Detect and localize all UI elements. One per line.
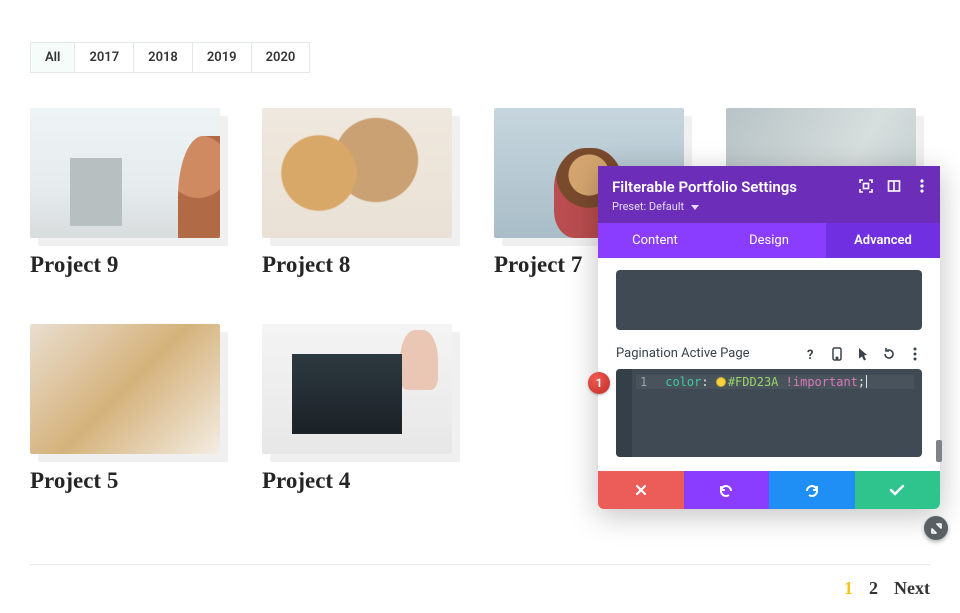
- css-editor-upper[interactable]: [616, 270, 922, 330]
- portfolio-title: Project 8: [262, 252, 472, 278]
- filter-all[interactable]: All: [31, 43, 75, 72]
- reset-icon[interactable]: [882, 347, 896, 361]
- portfolio-card[interactable]: Project 8: [262, 108, 472, 278]
- close-button[interactable]: [598, 471, 684, 509]
- annotation-badge: 1: [588, 372, 610, 394]
- portfolio-thumbnail: [262, 324, 452, 454]
- code-line: 1 color: #FDD23A !important;: [636, 375, 914, 389]
- line-number: 1: [640, 375, 652, 389]
- portfolio-card[interactable]: Project 9: [30, 108, 240, 278]
- drag-handle-icon[interactable]: [924, 516, 948, 540]
- pagination: 1 2 Next: [30, 564, 930, 599]
- help-icon[interactable]: ?: [804, 347, 818, 361]
- portfolio-card[interactable]: Project 4: [262, 324, 472, 494]
- svg-text:?: ?: [807, 348, 813, 361]
- tab-content[interactable]: Content: [598, 223, 712, 258]
- expand-icon[interactable]: [858, 178, 874, 194]
- filter-2019[interactable]: 2019: [193, 43, 252, 72]
- more-vertical-icon[interactable]: [908, 347, 922, 361]
- tab-advanced[interactable]: Advanced: [826, 223, 940, 258]
- tab-design[interactable]: Design: [712, 223, 826, 258]
- panel-actions: [598, 471, 940, 509]
- panel-body: Pagination Active Page ?: [598, 258, 940, 471]
- text-caret: [866, 375, 867, 388]
- filter-2017[interactable]: 2017: [75, 43, 134, 72]
- panel-resize-handle[interactable]: [936, 440, 942, 462]
- undo-button[interactable]: [684, 471, 770, 509]
- panel-tabs: Content Design Advanced: [598, 223, 940, 258]
- save-button[interactable]: [855, 471, 941, 509]
- columns-icon[interactable]: [886, 178, 902, 194]
- filter-bar: All 2017 2018 2019 2020: [30, 42, 310, 73]
- portfolio-title: Project 5: [30, 468, 240, 494]
- filter-2020[interactable]: 2020: [252, 43, 310, 72]
- portfolio-card[interactable]: Project 5: [30, 324, 240, 494]
- code-gutter: [616, 369, 632, 457]
- page-active: 1: [844, 578, 853, 599]
- css-editor-pagination-active-page[interactable]: 1 color: #FDD23A !important;: [616, 369, 922, 457]
- caret-down-icon: [691, 205, 699, 210]
- portfolio-thumbnail: [30, 108, 220, 238]
- panel-preset-dropdown[interactable]: Preset: Default: [612, 200, 926, 213]
- page-next-link[interactable]: Next: [894, 578, 930, 599]
- settings-panel: Filterable Portfolio Settings Preset: De…: [598, 166, 940, 509]
- portfolio-thumbnail: [262, 108, 452, 238]
- hover-cursor-icon[interactable]: [856, 347, 870, 361]
- filter-2018[interactable]: 2018: [134, 43, 193, 72]
- page-link-2[interactable]: 2: [869, 578, 878, 599]
- redo-button[interactable]: [769, 471, 855, 509]
- panel-header[interactable]: Filterable Portfolio Settings Preset: De…: [598, 166, 940, 223]
- more-vertical-icon[interactable]: [914, 178, 930, 194]
- portfolio-title: Project 9: [30, 252, 240, 278]
- portfolio-title: Project 4: [262, 468, 472, 494]
- portfolio-thumbnail: [30, 324, 220, 454]
- color-swatch-icon: [716, 377, 726, 387]
- field-label: Pagination Active Page: [616, 346, 750, 361]
- panel-preset-label: Preset: Default: [612, 200, 684, 213]
- mobile-icon[interactable]: [830, 347, 844, 361]
